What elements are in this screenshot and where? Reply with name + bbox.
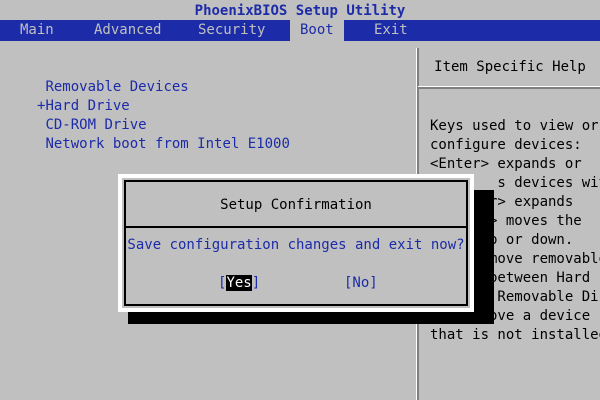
dialog-separator xyxy=(126,226,466,228)
bios-title: PhoenixBIOS Setup Utility xyxy=(194,3,406,19)
menu-tab-advanced[interactable]: Advanced xyxy=(90,20,165,41)
help-line: Keys used to view or xyxy=(430,118,599,134)
help-line: configure devices: xyxy=(430,137,582,153)
menu-tab-security[interactable]: Security xyxy=(194,20,269,41)
help-header: Item Specific Help xyxy=(434,59,586,75)
boot-item-label: CD-ROM Drive xyxy=(45,117,147,133)
yes-button[interactable]: [Yes] xyxy=(218,274,260,293)
yes-label: Yes xyxy=(226,275,252,291)
no-button[interactable]: [No] xyxy=(344,274,378,293)
help-line: that is not installed. xyxy=(430,327,600,343)
help-line: <Enter> expands or xyxy=(430,156,582,172)
yes-bracket-close: ] xyxy=(251,275,261,291)
dialog-title: Setup Confirmation xyxy=(220,197,372,213)
boot-item-label: Network boot from Intel E1000 xyxy=(45,136,290,152)
boot-item-label: Hard Drive xyxy=(45,98,130,114)
boot-item-label: Removable Devices xyxy=(45,79,189,95)
help-divider xyxy=(418,86,600,89)
bios-title-bar: PhoenixBIOS Setup Utility xyxy=(0,0,600,21)
menu-tab-exit[interactable]: Exit xyxy=(370,20,412,41)
menu-bar: Main Advanced Security Boot Exit xyxy=(0,20,600,41)
dialog-question: Save configuration changes and exit now? xyxy=(127,237,465,253)
dialog-frame: Setup Confirmation Save configuration ch… xyxy=(124,180,468,306)
boot-item-hard-drive[interactable]: +Hard Drive xyxy=(37,97,130,116)
menu-tab-boot[interactable]: Boot xyxy=(290,20,344,41)
setup-confirmation-dialog: Setup Confirmation Save configuration ch… xyxy=(118,174,474,312)
boot-item-network-boot[interactable]: Network boot from Intel E1000 xyxy=(37,135,290,154)
menu-tab-main[interactable]: Main xyxy=(16,20,58,41)
boot-item-cdrom-drive[interactable]: CD-ROM Drive xyxy=(37,116,147,135)
boot-item-removable-devices[interactable]: Removable Devices xyxy=(37,78,189,97)
